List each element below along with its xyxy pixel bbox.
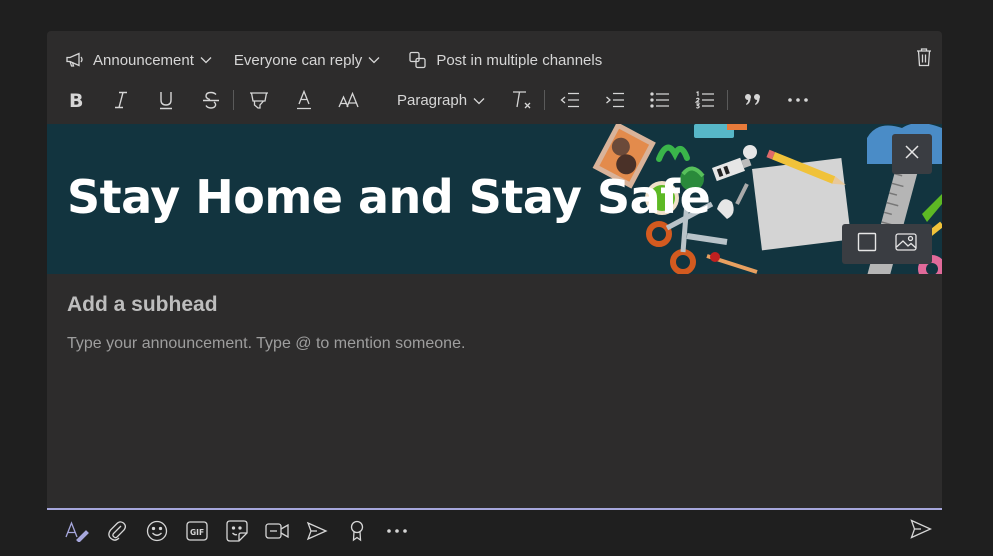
toolbar-divider — [233, 90, 234, 110]
gif-button[interactable]: GIF — [185, 519, 209, 543]
meet-now-button[interactable] — [265, 519, 289, 543]
strikethrough-icon — [202, 91, 220, 109]
chevron-down-icon — [368, 56, 380, 64]
chevron-down-icon — [473, 92, 485, 109]
compose-actions-bar: GIF — [47, 516, 942, 546]
bulleted-list-icon — [650, 92, 670, 108]
post-multiple-channels-label: Post in multiple channels — [436, 51, 603, 69]
highlight-icon — [249, 91, 269, 110]
close-icon — [905, 144, 919, 164]
increase-indent-button[interactable] — [600, 86, 630, 114]
praise-button[interactable] — [345, 519, 369, 543]
more-apps-button[interactable] — [385, 519, 409, 543]
upload-image-button[interactable] — [895, 232, 917, 256]
reply-setting-label: Everyone can reply — [233, 51, 363, 69]
formatting-toolbar: B Paragraph — [47, 85, 942, 115]
numbered-list-button[interactable] — [690, 86, 720, 114]
copy-icon — [408, 51, 428, 69]
post-type-label: Announcement — [93, 51, 194, 69]
clear-formatting-icon — [511, 90, 533, 110]
sticker-icon — [226, 520, 248, 542]
italic-button[interactable] — [106, 86, 136, 114]
highlight-button[interactable] — [244, 86, 274, 114]
attach-button[interactable] — [105, 519, 129, 543]
meet-now-icon — [265, 522, 289, 540]
more-formatting-button[interactable] — [783, 86, 813, 114]
clear-formatting-button[interactable] — [507, 86, 537, 114]
post-type-dropdown[interactable]: Announcement — [61, 46, 216, 74]
megaphone-icon — [65, 52, 85, 68]
reply-setting-dropdown[interactable]: Everyone can reply — [230, 46, 384, 74]
paragraph-style-dropdown[interactable]: Paragraph — [397, 92, 485, 109]
send-icon — [910, 519, 933, 543]
quote-icon — [744, 93, 762, 107]
remove-banner-button[interactable] — [892, 134, 932, 174]
underline-icon — [158, 91, 174, 110]
format-button[interactable] — [65, 519, 89, 543]
sticker-button[interactable] — [225, 519, 249, 543]
bold-button[interactable]: B — [61, 86, 91, 114]
post-multiple-channels-button[interactable]: Post in multiple channels — [404, 46, 612, 74]
toolbar-divider — [544, 90, 546, 110]
increase-indent-icon — [605, 92, 625, 108]
font-size-icon — [338, 92, 360, 108]
font-color-button[interactable] — [289, 86, 319, 114]
solid-color-background-button[interactable] — [857, 232, 877, 257]
square-icon — [857, 232, 877, 257]
quote-button[interactable] — [738, 86, 768, 114]
announcement-body-field[interactable]: Type your announcement. Type @ to mentio… — [67, 335, 465, 353]
subhead-field[interactable]: Add a subhead — [67, 293, 218, 317]
emoji-icon — [146, 520, 168, 542]
numbered-list-icon — [695, 91, 715, 109]
font-size-button[interactable] — [334, 86, 364, 114]
attach-icon — [108, 520, 126, 542]
schedule-meeting-icon — [306, 521, 328, 541]
image-icon — [895, 232, 917, 256]
send-button[interactable] — [910, 519, 934, 543]
banner-image-tools — [842, 224, 932, 264]
trash-icon — [916, 48, 932, 71]
underline-button[interactable] — [151, 86, 181, 114]
paragraph-style-label: Paragraph — [397, 91, 468, 109]
more-icon — [387, 529, 407, 533]
delete-post-button[interactable] — [916, 47, 932, 72]
format-icon — [65, 520, 89, 542]
bulleted-list-button[interactable] — [645, 86, 675, 114]
banner-headline[interactable]: Stay Home and Stay Safe — [67, 170, 711, 224]
bold-icon: B — [68, 91, 84, 109]
post-options-bar: Announcement Everyone can reply Post in … — [47, 45, 942, 75]
chevron-down-icon — [200, 56, 212, 64]
italic-icon — [113, 91, 129, 109]
svg-text:GIF: GIF — [190, 528, 204, 537]
praise-icon — [349, 520, 365, 542]
decrease-indent-button[interactable] — [555, 86, 585, 114]
font-color-icon — [296, 90, 312, 110]
strikethrough-button[interactable] — [196, 86, 226, 114]
gif-icon: GIF — [186, 521, 208, 541]
schedule-meeting-button[interactable] — [305, 519, 329, 543]
decrease-indent-icon — [560, 92, 580, 108]
announcement-banner[interactable]: Stay Home and Stay Safe — [47, 124, 942, 274]
more-options-icon — [788, 98, 808, 102]
toolbar-divider — [727, 90, 729, 110]
announcement-composer: Announcement Everyone can reply Post in … — [47, 31, 942, 510]
svg-text:B: B — [69, 91, 83, 109]
emoji-button[interactable] — [145, 519, 169, 543]
